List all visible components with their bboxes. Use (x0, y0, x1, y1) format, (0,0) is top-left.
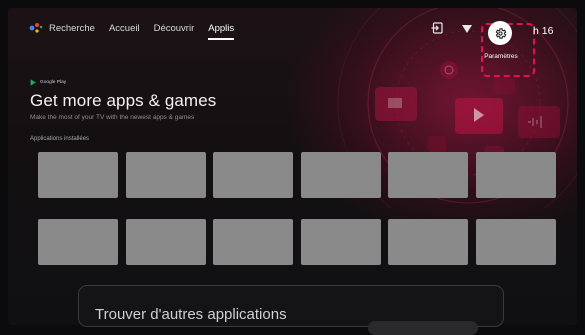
gear-icon (495, 27, 506, 39)
app-tile[interactable] (38, 219, 118, 265)
settings-button[interactable] (488, 21, 512, 45)
app-tile[interactable] (38, 152, 118, 198)
app-tile[interactable] (126, 219, 206, 265)
app-tile[interactable] (476, 152, 556, 198)
installed-apps-heading: Applications installées (30, 136, 90, 142)
google-play-icon (30, 79, 37, 86)
nav-tab-discover[interactable]: Découvrir (154, 23, 195, 34)
clock: h 16 (533, 25, 554, 37)
google-play-label: Google Play (40, 80, 67, 85)
app-tile[interactable] (301, 219, 381, 265)
store-subtitle: Make the most of your TV with the newest… (30, 114, 195, 121)
nav-search[interactable]: Recherche (49, 23, 95, 34)
nav-tab-home[interactable]: Accueil (109, 23, 140, 34)
wifi-icon[interactable] (462, 24, 472, 34)
store-title[interactable]: Get more apps & games (30, 91, 216, 111)
app-tile[interactable] (476, 219, 556, 265)
app-tile[interactable] (126, 152, 206, 198)
app-tile[interactable] (213, 152, 293, 198)
app-tile[interactable] (388, 152, 468, 198)
google-play-brand: Google Play (30, 79, 66, 86)
input-source-icon[interactable] (431, 22, 443, 34)
app-tile[interactable] (388, 219, 468, 265)
google-assistant-icon[interactable] (29, 22, 43, 34)
app-tile[interactable] (301, 152, 381, 198)
top-nav: Recherche Accueil Découvrir Applis (29, 17, 248, 40)
nav-tab-apps[interactable]: Applis (208, 23, 234, 40)
app-tile[interactable] (213, 219, 293, 265)
find-more-apps-title: Trouver d'autres applications (95, 306, 287, 323)
settings-label: Paramètres (484, 53, 518, 60)
